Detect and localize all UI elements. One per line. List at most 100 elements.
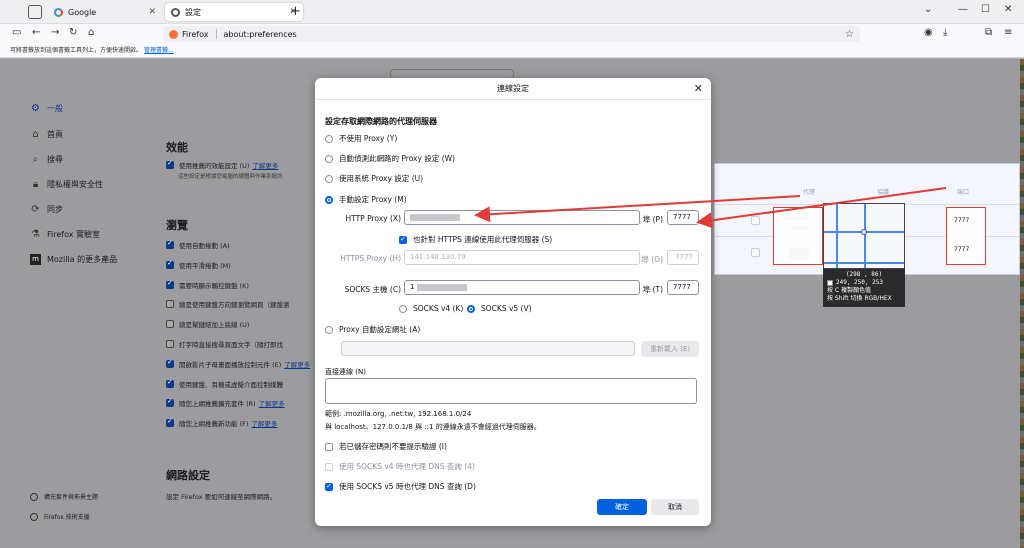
checkbox[interactable]: [325, 442, 333, 451]
radio-system-proxy[interactable]: 使用系統 Proxy 設定 (U): [325, 173, 423, 184]
new-tab-icon[interactable]: +: [290, 4, 301, 19]
radio-button[interactable]: [325, 195, 333, 204]
ok-button[interactable]: 確定: [597, 499, 647, 515]
pref-label: 使用平滑捲動 (M): [179, 262, 231, 270]
close-icon[interactable]: ✕: [694, 82, 703, 95]
learn-more-link[interactable]: 了解更多: [259, 398, 285, 408]
maximize-icon[interactable]: ☐: [981, 4, 990, 15]
port-value: 7777: [954, 246, 970, 253]
back-icon[interactable]: ←: [32, 27, 40, 38]
home-icon[interactable]: ⌂: [88, 27, 94, 38]
sidebar-item-home[interactable]: ⌂ 首頁: [30, 129, 63, 140]
pref-label: 設定 Firefox 要如何連線至網際網路。: [166, 493, 277, 501]
radio-socks-v5[interactable]: SOCKS v5 (V): [467, 304, 532, 313]
checkbox[interactable]: [166, 259, 174, 269]
checkbox[interactable]: [166, 417, 174, 427]
radio-button[interactable]: [325, 325, 333, 334]
minimize-icon[interactable]: —: [958, 4, 968, 15]
color-picker-info: (298 , 86) 249, 250, 253 按 C 複製顏色值 按 Shi…: [823, 269, 905, 307]
radio-button[interactable]: [467, 304, 475, 313]
pref-recommend-features[interactable]: 隨您上網推薦新功能 (F)了解更多: [166, 417, 277, 428]
checkbox[interactable]: [166, 358, 174, 368]
checkbox[interactable]: [399, 235, 407, 244]
pref-media-keys[interactable]: 使用鍵盤、耳機或虛擬介面控制媒體: [166, 378, 283, 389]
radio-no-proxy[interactable]: 不使用 Proxy (Y): [325, 133, 397, 144]
no-proxy-textarea[interactable]: [325, 378, 697, 404]
radio-button[interactable]: [325, 134, 333, 143]
url-text[interactable]: about:preferences: [223, 30, 845, 39]
picker-crosshair: [861, 229, 867, 235]
radio-button[interactable]: [325, 154, 333, 163]
http-port-input[interactable]: 7777: [667, 210, 699, 225]
sidebar-item-general[interactable]: ⚙ 一般: [30, 103, 63, 114]
sidebar-item-labs[interactable]: ⚗ Firefox 實驗室: [30, 229, 100, 240]
radio-label: 手動設定 Proxy (M): [339, 195, 407, 204]
opt-no-auth-prompt[interactable]: 若已儲存密碼則不要提示驗證 (I): [325, 441, 447, 452]
learn-more-link[interactable]: 了解更多: [251, 418, 277, 428]
reload-icon[interactable]: ↻: [69, 27, 77, 38]
gear-icon: ⚙: [31, 103, 40, 114]
radio-button[interactable]: [399, 304, 407, 313]
checkbox[interactable]: [166, 378, 174, 388]
http-proxy-input[interactable]: [404, 210, 640, 225]
pref-touch-keyboard[interactable]: 需要時顯示觸控鍵盤 (K): [166, 279, 249, 290]
tab-settings[interactable]: 設定 ✕: [165, 3, 303, 21]
manage-bookmarks-link[interactable]: 管理書籤...: [144, 47, 174, 54]
checkbox[interactable]: [166, 279, 174, 289]
pref-autoscroll[interactable]: 使用自動捲動 (A): [166, 239, 230, 250]
checkbox[interactable]: [166, 159, 174, 169]
checkbox[interactable]: [166, 239, 174, 249]
radio-socks-v4[interactable]: SOCKS v4 (K): [399, 304, 463, 313]
forward-icon[interactable]: →: [51, 27, 59, 38]
sidebar-footer-support[interactable]: Firefox 技術支援: [30, 512, 90, 521]
opt-socks5-dns[interactable]: 使用 SOCKS v5 時也代理 DNS 查詢 (D): [325, 481, 476, 492]
sidebar-item-privacy[interactable]: 🔒︎ 隱私權與安全性: [30, 179, 103, 190]
checkbox[interactable]: [166, 300, 174, 308]
checkbox[interactable]: [166, 320, 174, 328]
downloads-icon[interactable]: ⤓: [943, 27, 947, 38]
url-bar[interactable]: Firefox about:preferences ☆: [163, 26, 860, 42]
learn-more-link[interactable]: 了解更多: [284, 359, 310, 369]
url-brand: Firefox: [182, 29, 209, 39]
pref-performance[interactable]: 使用推薦的效能設定 (U) 了解更多: [166, 159, 278, 170]
sidebar-item-sync[interactable]: ⟳ 同步: [30, 204, 63, 215]
radio-pac-url[interactable]: Proxy 自動設定網址 (A): [325, 324, 420, 335]
sidebar-item-mozilla[interactable]: m Mozilla 的更多產品: [30, 254, 117, 265]
pref-recommend-extensions[interactable]: 隨您上網推薦擴充套件 (R)了解更多: [166, 397, 285, 408]
opt-socks4-dns: 使用 SOCKS v4 時也代理 DNS 查詢 (4): [325, 461, 475, 472]
sidebar-item-label: 首頁: [47, 130, 63, 139]
color-picker-magnifier: [823, 203, 905, 269]
learn-more-link[interactable]: 了解更多: [252, 160, 278, 170]
sidebar-icon[interactable]: ▭: [12, 27, 21, 38]
checkbox[interactable]: [166, 340, 174, 348]
close-tab-icon[interactable]: ✕: [148, 7, 156, 17]
socks-host-input[interactable]: 1: [404, 280, 640, 295]
help-icon: [30, 512, 38, 521]
account-icon[interactable]: ◉: [924, 27, 933, 38]
pref-find-as-type[interactable]: 打字時直接搜尋頁面文字（隨打即找: [166, 339, 283, 349]
cancel-button[interactable]: 取消: [651, 499, 699, 515]
radio-label: SOCKS v4 (K): [413, 304, 464, 313]
checkbox[interactable]: [166, 397, 174, 407]
pref-underline-links[interactable]: 總是幫鏈結加上底線 (U): [166, 319, 249, 329]
pref-smooth-scroll[interactable]: 使用平滑捲動 (M): [166, 259, 231, 270]
bookmark-star-icon[interactable]: ☆: [845, 29, 854, 40]
sidebar-item-search[interactable]: ⌕ 搜尋: [30, 154, 63, 165]
menu-icon[interactable]: ≡: [1004, 27, 1012, 38]
also-https-option[interactable]: 也針對 HTTPS 連線使用此代理伺服器 (S): [399, 234, 552, 245]
radio-button[interactable]: [325, 174, 333, 183]
chevron-down-icon[interactable]: ⌄: [924, 4, 932, 15]
sidebar-footer-label: 擴充套件與佈景主題: [44, 494, 99, 501]
extensions-icon[interactable]: ⧉: [985, 27, 992, 38]
sidebar-toggle-icon[interactable]: [28, 5, 42, 19]
socks-port-input[interactable]: 7777: [667, 280, 699, 295]
pref-label: 使用自動捲動 (A): [179, 242, 230, 250]
radio-manual-proxy[interactable]: 手動設定 Proxy (M): [325, 194, 407, 205]
pref-pip-controls[interactable]: 開啟影片子母畫面播放控制元件 (E)了解更多: [166, 358, 310, 369]
pref-caret-browsing[interactable]: 總是使用鍵盤方向鍵瀏覽網頁（鍵盤瀏: [166, 299, 290, 309]
close-window-icon[interactable]: ✕: [1004, 4, 1012, 15]
checkbox[interactable]: [325, 482, 333, 491]
tab-google[interactable]: Google ✕: [48, 3, 162, 21]
radio-auto-detect[interactable]: 自動偵測此網路的 Proxy 設定 (W): [325, 153, 455, 164]
sidebar-footer-addons[interactable]: 擴充套件與佈景主題: [30, 492, 98, 501]
